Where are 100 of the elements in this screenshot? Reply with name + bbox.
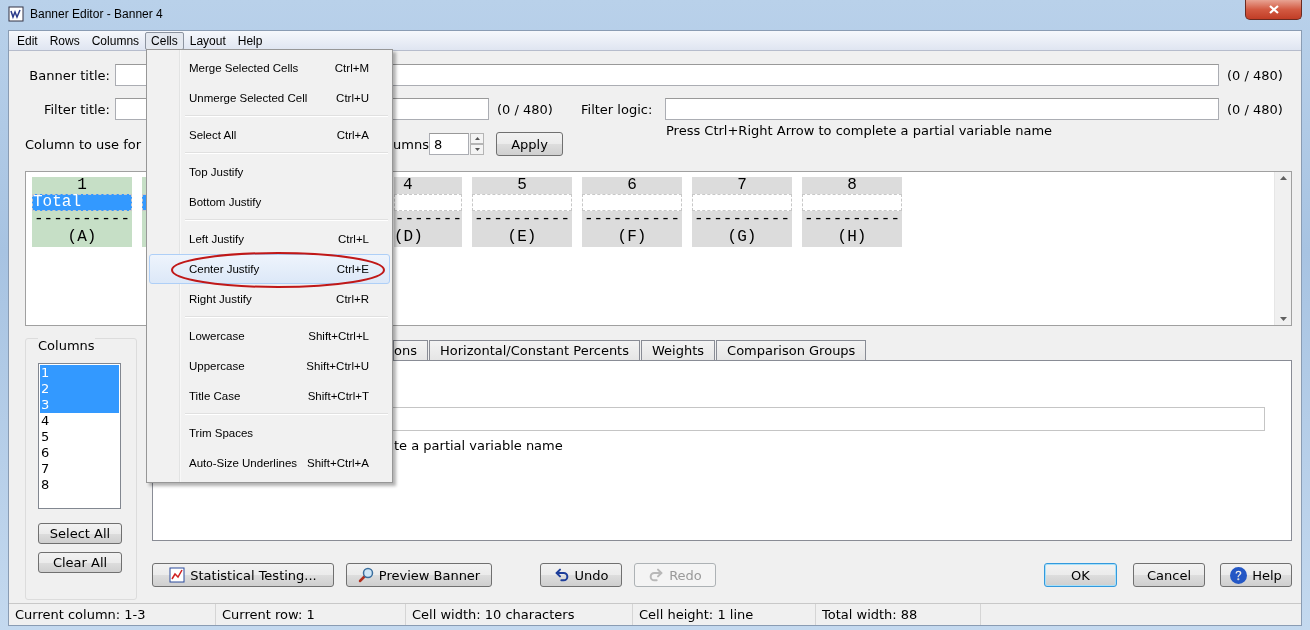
shortcut-text: Ctrl+A	[336, 129, 369, 141]
column-label-cell[interactable]	[692, 194, 792, 211]
select-all-button[interactable]: Select All	[38, 523, 122, 544]
undo-button[interactable]: Undo	[540, 563, 622, 587]
character-counter: (0 / 480)	[1226, 67, 1284, 83]
column-number: 5	[516, 177, 528, 194]
menu-item-label: Unmerge Selected Cell	[189, 92, 309, 104]
field-label: Banner title:	[28, 67, 110, 83]
field-label: Filter title:	[42, 101, 110, 117]
menu-item-label: Left Justify	[189, 233, 245, 245]
list-item[interactable]: 4	[40, 413, 119, 429]
character-counter: (0 / 480)	[496, 101, 554, 117]
menu-item[interactable]: Layout	[183, 31, 232, 50]
chart-icon	[169, 567, 186, 583]
column-label-cell[interactable]	[582, 194, 682, 211]
menu-item-label: Bottom Justify	[189, 196, 263, 208]
column-letter: (A)	[66, 228, 98, 247]
tab[interactable]: ons	[393, 340, 428, 360]
menu-item-label: Right Justify	[189, 293, 253, 305]
apply-button[interactable]: Apply	[496, 132, 563, 156]
shortcut-text: Ctrl+U	[336, 92, 369, 104]
vertical-scrollbar[interactable]	[1274, 172, 1291, 325]
shortcut-text: Ctrl+R	[336, 293, 369, 305]
shortcut-text: Shift+Ctrl+L	[308, 330, 369, 342]
menu-item[interactable]: Select All Ctrl+A	[149, 120, 390, 150]
menu-item-label: Merge Selected Cells	[189, 62, 300, 74]
banner-column[interactable]: 7 ---------- (G)	[692, 177, 792, 247]
banner-column[interactable]: 8 ---------- (H)	[802, 177, 902, 247]
column-number: 4	[402, 177, 414, 194]
list-item[interactable]: 6	[40, 445, 119, 461]
column-number: 1	[76, 177, 88, 194]
column-letter: (H)	[836, 228, 868, 247]
banner-column[interactable]: 1 Total ---------- (A)	[32, 177, 132, 247]
menu-item[interactable]: Auto-Size Underlines Shift+Ctrl+A	[149, 448, 390, 478]
ok-button[interactable]: OK	[1044, 563, 1117, 587]
menu-item-label: Title Case	[189, 390, 242, 402]
underline-text: ----------	[693, 211, 791, 228]
spin-down-button[interactable]	[470, 144, 484, 155]
menu-item[interactable]: Lowercase Shift+Ctrl+L	[149, 321, 390, 351]
close-button[interactable]	[1245, 0, 1302, 20]
close-icon	[1268, 5, 1279, 14]
help-button[interactable]: Help	[1220, 563, 1292, 587]
preview-button[interactable]: Preview Banner	[346, 563, 492, 587]
spin-up-button[interactable]	[470, 133, 484, 144]
shortcut-text: Ctrl+M	[334, 62, 369, 74]
tab[interactable]: Weights	[641, 340, 716, 360]
menu-item[interactable]: Trim Spaces	[149, 418, 390, 448]
hint-text: te a partial variable name	[394, 438, 564, 453]
banner-column[interactable]: 6 ---------- (F)	[582, 177, 682, 247]
menu-item-label: Auto-Size Underlines	[189, 457, 299, 469]
columns-count-field[interactable]: 8	[429, 133, 469, 155]
app-icon	[8, 6, 24, 22]
column-label-cell[interactable]	[394, 194, 462, 211]
menu-item[interactable]: Title Case Shift+Ctrl+T	[149, 381, 390, 411]
status-text: Total width: 88	[816, 604, 981, 625]
menu-item[interactable]: Help	[231, 31, 269, 50]
column-label-cell[interactable]	[802, 194, 902, 211]
underline-text: ----------	[583, 211, 681, 228]
tab[interactable]: Comparison Groups	[716, 340, 867, 360]
menu-item-label: Center Justify	[189, 263, 261, 275]
list-item[interactable]: 5	[40, 429, 119, 445]
scroll-down-icon	[1279, 317, 1287, 321]
menu-item[interactable]: Cells	[145, 31, 184, 50]
menu-item[interactable]: Columns	[85, 31, 146, 50]
menu-item[interactable]: Right Justify Ctrl+R	[149, 284, 390, 314]
clear-all-button[interactable]: Clear All	[38, 552, 122, 573]
list-item[interactable]: 7	[40, 461, 119, 477]
filter-logic-field[interactable]	[665, 98, 1219, 120]
columns-list[interactable]: 1 2 3 4 5 6 7 8	[38, 363, 121, 509]
menu-item[interactable]: Bottom Justify	[149, 187, 390, 217]
status-text: Current row: 1	[216, 604, 406, 625]
tab[interactable]: Horizontal/Constant Percents	[428, 340, 640, 360]
column-label-cell[interactable]	[472, 194, 572, 211]
menu-item-label: Select All	[189, 129, 238, 141]
list-item[interactable]: 8	[40, 477, 119, 493]
status-text: Cell width: 10 characters	[406, 604, 633, 625]
shortcut-text: Ctrl+L	[338, 233, 369, 245]
menu-item-label: Uppercase	[189, 360, 246, 372]
menu-item-label: Trim Spaces	[189, 427, 255, 439]
menu-item[interactable]: Edit	[11, 31, 44, 50]
column-letter: (D)	[394, 228, 424, 247]
underline-text: -------	[394, 211, 462, 228]
shortcut-text: Shift+Ctrl+T	[307, 390, 369, 402]
menu-item[interactable]: Left Justify Ctrl+L	[149, 224, 390, 254]
menu-item[interactable]: Top Justify	[149, 157, 390, 187]
underline-text: ----------	[473, 211, 571, 228]
cancel-button[interactable]: Cancel	[1133, 563, 1205, 587]
hint-text: Press Ctrl+Right Arrow to complete a partial variable name	[666, 123, 1053, 140]
field-label: Filter logic:	[581, 101, 654, 117]
banner-column[interactable]: 5 ---------- (E)	[472, 177, 572, 247]
stats-button[interactable]: Statistical Testing...	[152, 563, 334, 587]
banner-column[interactable]: 4 ------- (D)	[394, 177, 462, 247]
column-letter: (E)	[506, 228, 538, 247]
undo-icon	[553, 567, 570, 583]
menu-item[interactable]: Uppercase Shift+Ctrl+U	[149, 351, 390, 381]
menu-item[interactable]: Rows	[43, 31, 86, 50]
status-text: Current column: 1-3	[9, 604, 216, 625]
shortcut-text: Ctrl+E	[336, 263, 369, 275]
menu-item[interactable]: Unmerge Selected Cell Ctrl+U	[149, 83, 390, 113]
menu-item[interactable]: Merge Selected Cells Ctrl+M	[149, 53, 390, 83]
